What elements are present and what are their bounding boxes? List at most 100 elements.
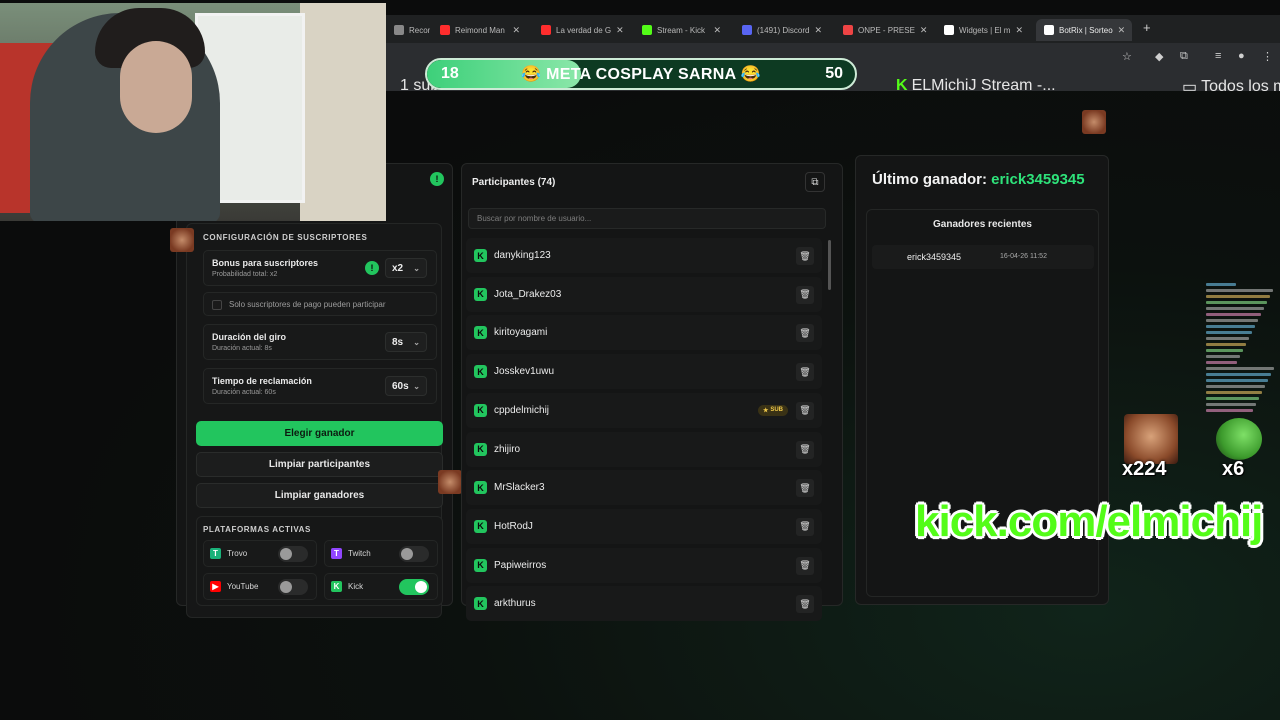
chat-line xyxy=(1206,385,1265,388)
trash-icon[interactable]: 🗑 xyxy=(796,285,814,304)
trash-icon[interactable]: 🗑 xyxy=(796,324,814,343)
clear-winners-button[interactable]: Limpiar ganadores xyxy=(196,483,443,508)
platform-label: Twitch xyxy=(348,549,371,558)
participant-name: danyking123 xyxy=(494,250,551,261)
chat-line xyxy=(1206,319,1258,322)
close-tab-icon[interactable]: ✕ xyxy=(512,25,520,36)
browser-tab[interactable]: (1491) Discord ✕ xyxy=(734,19,830,41)
bonus-title: Bonus para suscriptores xyxy=(212,258,319,268)
bookmark-label: Todos los marcadores xyxy=(1201,78,1280,95)
recent-winners-title: Ganadores recientes xyxy=(933,219,1032,230)
participant-row[interactable]: K Papiweirros 🗑 xyxy=(466,547,822,583)
paid-only-label: Solo suscriptores de pago pueden partici… xyxy=(229,300,386,309)
chat-line xyxy=(1206,379,1268,382)
bookmark-all[interactable]: ▭Todos los marcadores xyxy=(1182,77,1280,97)
bonus-select[interactable]: x2 ⌄ xyxy=(385,258,427,278)
new-tab-icon[interactable]: + xyxy=(1143,20,1151,35)
bonus-info-icon[interactable]: ! xyxy=(365,261,379,275)
paid-only-setting[interactable]: Solo suscriptores de pago pueden partici… xyxy=(203,292,437,316)
tab-label: BotRix | Sorteo xyxy=(1059,25,1113,35)
chat-line xyxy=(1206,349,1243,352)
tab-favicon-icon xyxy=(440,25,450,35)
platform-toggle[interactable] xyxy=(399,546,429,562)
participant-row[interactable]: K Josskev1uwu 🗑 xyxy=(466,354,822,390)
menu-list-icon[interactable]: ≡ xyxy=(1215,50,1221,62)
platform-toggle[interactable] xyxy=(278,546,308,562)
trash-icon[interactable]: 🗑 xyxy=(796,595,814,614)
spin-duration-setting: Duración del giro Duración actual: 8s 8s… xyxy=(203,324,437,360)
pick-winner-button[interactable]: Elegir ganador xyxy=(196,421,443,446)
close-tab-icon[interactable]: ✕ xyxy=(616,25,624,36)
participant-row[interactable]: K MrSlacker3 🗑 xyxy=(466,470,822,506)
chat-line xyxy=(1206,343,1246,346)
trash-icon[interactable]: 🗑 xyxy=(796,401,814,420)
profile-icon[interactable]: ● xyxy=(1238,50,1245,62)
claim-time-value: 60s xyxy=(392,380,409,392)
clear-participants-button[interactable]: Limpiar participantes xyxy=(196,452,443,477)
emote-count-2: x6 xyxy=(1222,458,1245,480)
trash-icon[interactable]: 🗑 xyxy=(796,517,814,536)
participant-row[interactable]: K HotRodJ 🗑 xyxy=(466,508,822,544)
claim-time-title: Tiempo de reclamación xyxy=(212,376,312,386)
participant-name: zhijiro xyxy=(494,443,521,455)
kick-icon: K xyxy=(474,558,487,572)
stream-screen: Recond✕Reimond Man✕La verdad de G✕Stream… xyxy=(0,0,1280,720)
close-tab-icon[interactable]: ✕ xyxy=(1118,25,1126,36)
participant-row[interactable]: Kdanyking123 🗑 xyxy=(466,238,822,273)
more-icon[interactable]: ⋮ xyxy=(1262,50,1273,63)
goal-bar: 18 😂 META COSPLAY SARNA 😂 50 xyxy=(425,58,857,90)
browser-tab[interactable]: Recond✕ xyxy=(386,19,430,41)
trash-icon[interactable]: 🗑 xyxy=(796,479,814,498)
star-icon[interactable]: ☆ xyxy=(1122,50,1132,63)
participant-row[interactable]: Kcppdelmichij ★ SUB 🗑 xyxy=(466,392,822,428)
search-input[interactable] xyxy=(468,208,826,229)
trash-icon[interactable]: 🗑 xyxy=(796,247,814,265)
chat-line xyxy=(1206,325,1255,328)
trash-icon[interactable]: 🗑 xyxy=(796,556,814,575)
participant-row[interactable]: Karkthurus 🗑 xyxy=(466,586,822,622)
participant-row[interactable]: Kkiritoyagami 🗑 xyxy=(466,315,822,351)
spin-duration-title: Duración del giro xyxy=(212,332,287,342)
chat-line xyxy=(1206,337,1249,340)
participant-row[interactable]: Kzhijiro 🗑 xyxy=(466,431,822,467)
chat-line xyxy=(1206,289,1273,292)
trash-icon[interactable]: 🗑 xyxy=(796,363,814,382)
close-tab-icon[interactable]: ✕ xyxy=(920,25,928,36)
trovo-icon: T xyxy=(210,548,221,559)
close-tab-icon[interactable]: ✕ xyxy=(1015,25,1023,36)
spin-duration-select[interactable]: 8s ⌄ xyxy=(385,332,427,352)
chat-line xyxy=(1206,373,1271,376)
browser-tab[interactable]: BotRix | Sorteo ✕ xyxy=(1036,19,1132,41)
platform-label: YouTube xyxy=(227,582,259,591)
kick-icon: K xyxy=(474,481,487,495)
claim-time-select[interactable]: 60s ⌄ xyxy=(385,376,427,396)
participant-name: HotRodJ xyxy=(494,520,533,532)
platform-kick: K Kick xyxy=(324,573,438,600)
participant-row[interactable]: K Jota_Drakez03 🗑 xyxy=(466,276,822,312)
info-icon[interactable]: ! xyxy=(430,172,444,186)
extension-icon[interactable]: ◆ xyxy=(1155,50,1163,63)
youtube-icon: ▶ xyxy=(210,581,221,592)
puzzle-icon[interactable]: ⧉ xyxy=(1180,50,1188,63)
chat-line xyxy=(1206,307,1264,310)
browser-tab[interactable]: Reimond Man ✕ xyxy=(432,19,528,41)
close-tab-icon[interactable]: ✕ xyxy=(814,25,822,36)
bookmark-kick[interactable]: K ELMichiJ Stream -... xyxy=(896,77,1056,95)
browser-tab[interactable]: ONPE - PRESE ✕ xyxy=(835,19,931,41)
platform-youtube: ▶ YouTube xyxy=(203,573,317,600)
browser-tab[interactable]: Widgets | El m ✕ xyxy=(936,19,1031,41)
scrollbar[interactable] xyxy=(828,240,831,290)
paid-only-checkbox[interactable] xyxy=(212,300,222,310)
tab-favicon-icon xyxy=(742,25,752,35)
chevron-down-icon: ⌄ xyxy=(413,337,420,347)
browser-tab[interactable]: Stream - Kick ✕ xyxy=(634,19,729,41)
tab-label: La verdad de G xyxy=(556,25,612,35)
copy-icon[interactable]: ⧉ xyxy=(805,172,825,192)
spin-duration-subtitle: Duración actual: 8s xyxy=(212,345,272,352)
close-tab-icon[interactable]: ✕ xyxy=(713,25,721,36)
browser-tab[interactable]: La verdad de G ✕ xyxy=(533,19,629,41)
platform-toggle[interactable] xyxy=(278,579,308,595)
trash-icon[interactable]: 🗑 xyxy=(796,440,814,459)
emote-count-1: x224 xyxy=(1122,458,1167,480)
platform-toggle[interactable] xyxy=(399,579,429,595)
